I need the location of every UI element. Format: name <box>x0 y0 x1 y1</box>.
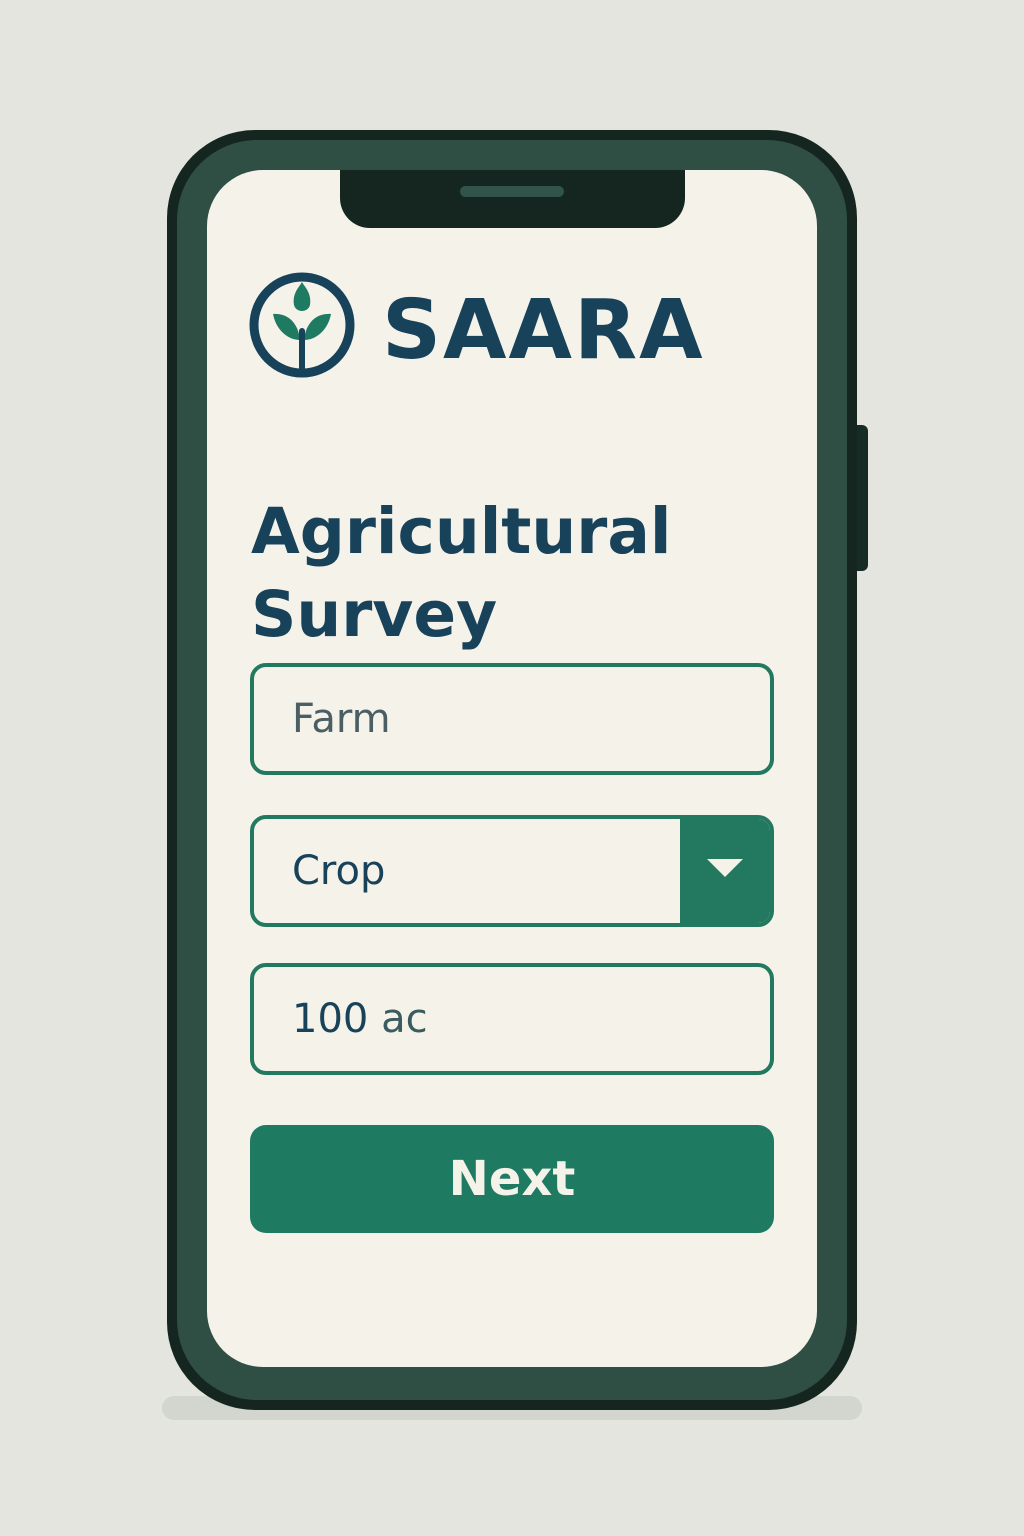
page-title: Agricultural Survey <box>251 495 672 651</box>
acreage-unit: ac <box>381 996 428 1042</box>
sprout-icon <box>249 272 355 378</box>
crop-select[interactable]: Crop <box>250 815 774 927</box>
acreage-field[interactable]: 100 ac <box>250 963 774 1075</box>
crop-select-value: Crop <box>292 848 386 894</box>
acreage-number: 100 <box>292 996 369 1042</box>
brand-name: SAARA <box>382 283 705 378</box>
chevron-down-icon <box>707 859 743 877</box>
speaker-grille <box>460 186 564 197</box>
next-button[interactable]: Next <box>250 1125 774 1233</box>
phone-frame: SAARA Agricultural Survey Crop 100 ac Ne… <box>167 130 857 1410</box>
phone-screen: SAARA Agricultural Survey Crop 100 ac Ne… <box>207 170 817 1367</box>
acreage-value: 100 ac <box>292 967 428 1071</box>
phone-notch <box>340 170 685 228</box>
farm-field[interactable] <box>250 663 774 775</box>
crop-select-toggle[interactable] <box>680 819 770 923</box>
farm-input[interactable] <box>254 667 770 771</box>
